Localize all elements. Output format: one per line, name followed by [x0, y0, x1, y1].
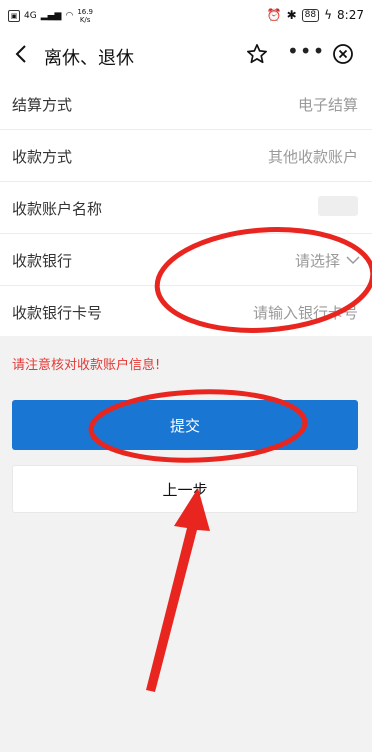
- bank-select-label: 收款银行: [12, 252, 73, 270]
- charging-icon: ϟ: [324, 8, 333, 22]
- signal-icon: ▂▄▆: [40, 11, 62, 21]
- previous-step-button[interactable]: 上一步: [12, 465, 358, 513]
- star-icon[interactable]: [246, 43, 268, 65]
- bank-card-row: 收款银行卡号 请输入银行卡号: [0, 286, 372, 337]
- warning-text: 请注意核对收款账户信息!: [12, 358, 161, 373]
- speed-value: 16.9: [77, 8, 93, 16]
- bank-card-input[interactable]: 请输入银行卡号: [253, 302, 358, 323]
- payment-form: 结算方式 电子结算 收款方式 其他收款账户 收款账户名称 收款银行 请选择 收款…: [0, 78, 372, 336]
- bank-select-row[interactable]: 收款银行 请选择: [0, 234, 372, 286]
- status-left: ▣ 4G ▂▄▆ ◠ 16.9 K/s: [8, 8, 93, 24]
- status-time: 8:27: [337, 8, 364, 22]
- close-icon[interactable]: [332, 43, 354, 65]
- bank-select-value[interactable]: 请选择: [295, 250, 340, 271]
- back-icon[interactable]: [12, 44, 32, 64]
- bluetooth-icon: ✱: [286, 8, 297, 22]
- alarm-icon: ⏰: [266, 8, 282, 22]
- more-icon[interactable]: •••: [287, 41, 324, 64]
- speed-unit: K/s: [79, 16, 91, 24]
- annotation-arrow: [146, 488, 210, 692]
- nav-bar: 离休、退休 •••: [0, 32, 372, 78]
- bank-card-label: 收款银行卡号: [12, 304, 103, 322]
- account-name-value: [318, 196, 358, 216]
- page-title: 离休、退休: [44, 48, 134, 69]
- status-bar: ▣ 4G ▂▄▆ ◠ 16.9 K/s ⏰ ✱ 88 ϟ 8:27: [0, 0, 372, 32]
- settlement-method-row: 结算方式 电子结算: [0, 78, 372, 130]
- payment-method-label: 收款方式: [12, 148, 73, 166]
- settlement-method-value: 电子结算: [297, 96, 358, 114]
- network-speed: 16.9 K/s: [77, 8, 93, 24]
- wifi-icon: ◠: [65, 11, 74, 21]
- account-name-label: 收款账户名称: [12, 200, 103, 218]
- notification-icon: ▣: [8, 10, 20, 22]
- account-name-row: 收款账户名称: [0, 182, 372, 234]
- payment-method-row: 收款方式 其他收款账户: [0, 130, 372, 182]
- status-right: ⏰ ✱ 88 ϟ 8:27: [267, 8, 364, 22]
- settlement-method-label: 结算方式: [12, 96, 73, 114]
- submit-button[interactable]: 提交: [12, 400, 358, 450]
- payment-method-value: 其他收款账户: [267, 148, 358, 166]
- network-type: 4G: [24, 11, 37, 21]
- battery-icon: 88: [301, 8, 320, 22]
- chevron-down-icon[interactable]: [346, 253, 360, 267]
